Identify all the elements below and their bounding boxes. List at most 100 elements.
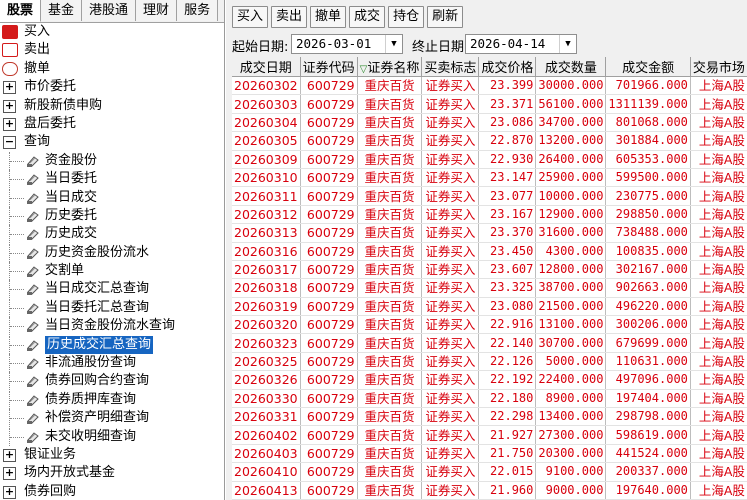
table-cell: 重庆百货: [357, 223, 423, 243]
table-cell: 598619.000: [605, 425, 691, 445]
tree-item[interactable]: 当日成交: [0, 188, 224, 207]
cancel-order-button[interactable]: 撤单: [310, 6, 347, 28]
table-row[interactable]: 20260323 600729 重庆百货 证券买入 22.140 30700.000 679…: [232, 333, 747, 353]
header-trade-date[interactable]: 成交日期: [232, 57, 301, 77]
table-row[interactable]: 20260331 600729 重庆百货 证券买入 22.298 13400.000 298…: [232, 407, 747, 427]
tab-stocks[interactable]: 股票: [0, 0, 42, 22]
expand-icon[interactable]: +: [3, 117, 16, 131]
tree-item[interactable]: + 场内开放式基金: [0, 464, 224, 482]
function-tree: 买入 卖出 撤单 + 市价委托 + 新股新债申购 + 盘后委托 − 查询 资金股份 当日委托 当日成交 历史…: [0, 23, 224, 500]
table-row[interactable]: 20260402 600729 重庆百货 证券买入 21.927 27300.000 598…: [232, 425, 747, 445]
end-date-picker[interactable]: 2026-04-14 ▼: [465, 34, 577, 54]
table-cell: 重庆百货: [357, 352, 423, 372]
collapse-icon[interactable]: −: [3, 136, 16, 150]
tree-item[interactable]: 卖出: [0, 41, 224, 59]
table-row[interactable]: 20260302 600729 重庆百货 证券买入 23.399 30000.000 701…: [232, 76, 747, 96]
tree-item[interactable]: 当日成交汇总查询: [0, 280, 224, 299]
expand-icon[interactable]: +: [3, 467, 16, 481]
header-market[interactable]: 交易市场: [690, 57, 747, 77]
tab-services[interactable]: 服务: [177, 0, 219, 21]
table-row[interactable]: 20260325 600729 重庆百货 证券买入 22.126 5000.000 1106…: [232, 352, 747, 372]
table-cell: 25900.000: [535, 168, 607, 188]
table-row[interactable]: 20260317 600729 重庆百货 证券买入 23.607 12800.000 302…: [232, 260, 747, 280]
table-row[interactable]: 20260320 600729 重庆百货 证券买入 22.916 13100.000 300…: [232, 315, 747, 335]
tree-item[interactable]: + 债券回购: [0, 483, 224, 500]
tree-item[interactable]: + 市价委托: [0, 78, 224, 96]
tree-item[interactable]: 交割单: [0, 262, 224, 281]
header-trade-quantity[interactable]: 成交数量: [535, 57, 607, 77]
tree-item[interactable]: 历史委托: [0, 206, 224, 225]
tree-item[interactable]: 历史成交汇总查询: [0, 335, 224, 354]
expand-icon[interactable]: +: [3, 448, 16, 462]
header-buy-sell-flag[interactable]: 买卖标志: [421, 57, 480, 77]
chevron-down-icon[interactable]: ▼: [559, 35, 576, 53]
table-cell: 22.015: [478, 462, 537, 482]
tree-item[interactable]: 债券回购合约查询: [0, 372, 224, 391]
tab-wealth[interactable]: 理财: [136, 0, 178, 21]
expand-icon[interactable]: +: [3, 99, 16, 113]
expand-icon[interactable]: +: [3, 485, 16, 499]
tree-item[interactable]: 历史成交: [0, 225, 224, 244]
table-cell: 20260311: [232, 186, 301, 206]
chevron-down-icon[interactable]: ▼: [385, 35, 402, 53]
table-row[interactable]: 20260319 600729 重庆百货 证券买入 23.080 21500.000 496…: [232, 297, 747, 317]
header-security-code[interactable]: 证券代码: [300, 57, 358, 77]
header-trade-price[interactable]: 成交价格: [478, 57, 537, 77]
table-cell: 23.325: [478, 278, 537, 298]
tree-item[interactable]: + 新股新债申购: [0, 97, 224, 115]
tree-item-label: 补偿资产明细查询: [45, 410, 150, 426]
trades-button[interactable]: 成交: [349, 6, 386, 28]
table-cell: 20260304: [232, 113, 301, 133]
tree-item[interactable]: + 银证业务: [0, 446, 224, 464]
tree-item[interactable]: 未交收明细查询: [0, 427, 224, 446]
tree-item[interactable]: − 查询: [0, 133, 224, 151]
table-cell: 上海A股: [690, 131, 747, 151]
tree-item[interactable]: 历史资金股份流水: [0, 243, 224, 262]
tab-hk-connect[interactable]: 港股通: [82, 0, 137, 21]
header-security-name[interactable]: ▽证券名称: [357, 57, 423, 77]
refresh-button[interactable]: 刷新: [427, 6, 464, 28]
table-row[interactable]: 20260303 600729 重庆百货 证券买入 23.371 56100.000 131…: [232, 94, 747, 114]
table-row[interactable]: 20260410 600729 重庆百货 证券买入 22.015 9100.000 2003…: [232, 462, 747, 482]
table-row[interactable]: 20260310 600729 重庆百货 证券买入 23.147 25900.000 599…: [232, 168, 747, 188]
positions-button[interactable]: 持仓: [388, 6, 425, 28]
table-row[interactable]: 20260413 600729 重庆百货 证券买入 21.960 9000.000 1976…: [232, 481, 747, 500]
tree-item[interactable]: + 盘后委托: [0, 115, 224, 133]
end-date-value: 2026-04-14: [470, 36, 546, 51]
header-trade-amount[interactable]: 成交金额: [605, 57, 691, 77]
table-row[interactable]: 20260326 600729 重庆百货 证券买入 22.192 22400.000 497…: [232, 370, 747, 390]
tree-connector: [10, 179, 24, 181]
table-cell: 599500.000: [605, 168, 691, 188]
tree-item[interactable]: 当日委托: [0, 170, 224, 189]
tab-funds[interactable]: 基金: [41, 0, 83, 21]
tree-item[interactable]: 资金股份: [0, 151, 224, 170]
expand-icon[interactable]: +: [3, 81, 16, 95]
table-cell: 重庆百货: [357, 444, 423, 464]
table-cell: 22.126: [478, 352, 537, 372]
table-row[interactable]: 20260330 600729 重庆百货 证券买入 22.180 8900.000 1974…: [232, 389, 747, 409]
table-row[interactable]: 20260403 600729 重庆百货 证券买入 21.750 20300.000 441…: [232, 444, 747, 464]
tree-item[interactable]: 非流通股份查询: [0, 354, 224, 373]
tree-item[interactable]: 当日委托汇总查询: [0, 298, 224, 317]
table-row[interactable]: 20260311 600729 重庆百货 证券买入 23.077 10000.000 230…: [232, 186, 747, 206]
tree-item[interactable]: 债券质押库查询: [0, 390, 224, 409]
table-row[interactable]: 20260313 600729 重庆百货 证券买入 23.370 31600.000 738…: [232, 223, 747, 243]
sell-button[interactable]: 卖出: [271, 6, 308, 28]
table-cell: 26400.000: [535, 150, 607, 169]
table-cell: 20260402: [232, 425, 301, 445]
tree-item[interactable]: 买入: [0, 23, 224, 41]
start-date-picker[interactable]: 2026-03-01 ▼: [291, 34, 403, 54]
content-pane: 买入 卖出 撤单 成交 持仓 刷新 起始日期: 2026-03-01 ▼ 终止日…: [226, 0, 747, 500]
table-cell: 9100.000: [535, 462, 607, 482]
table-cell: 20260302: [232, 76, 301, 96]
tree-item[interactable]: 撤单: [0, 60, 224, 78]
table-row[interactable]: 20260318 600729 重庆百货 证券买入 23.325 38700.000 902…: [232, 278, 747, 298]
table-row[interactable]: 20260312 600729 重庆百货 证券买入 23.167 12900.000 298…: [232, 205, 747, 225]
buy-button[interactable]: 买入: [232, 6, 269, 28]
table-row[interactable]: 20260304 600729 重庆百货 证券买入 23.086 34700.000 801…: [232, 113, 747, 133]
table-row[interactable]: 20260309 600729 重庆百货 证券买入 22.930 26400.000 605…: [232, 150, 747, 169]
tree-item[interactable]: 补偿资产明细查询: [0, 409, 224, 428]
table-row[interactable]: 20260305 600729 重庆百货 证券买入 22.870 13200.000 301…: [232, 131, 747, 151]
table-row[interactable]: 20260316 600729 重庆百货 证券买入 23.450 4300.000 1008…: [232, 242, 747, 261]
tree-item[interactable]: 当日资金股份流水查询: [0, 317, 224, 336]
